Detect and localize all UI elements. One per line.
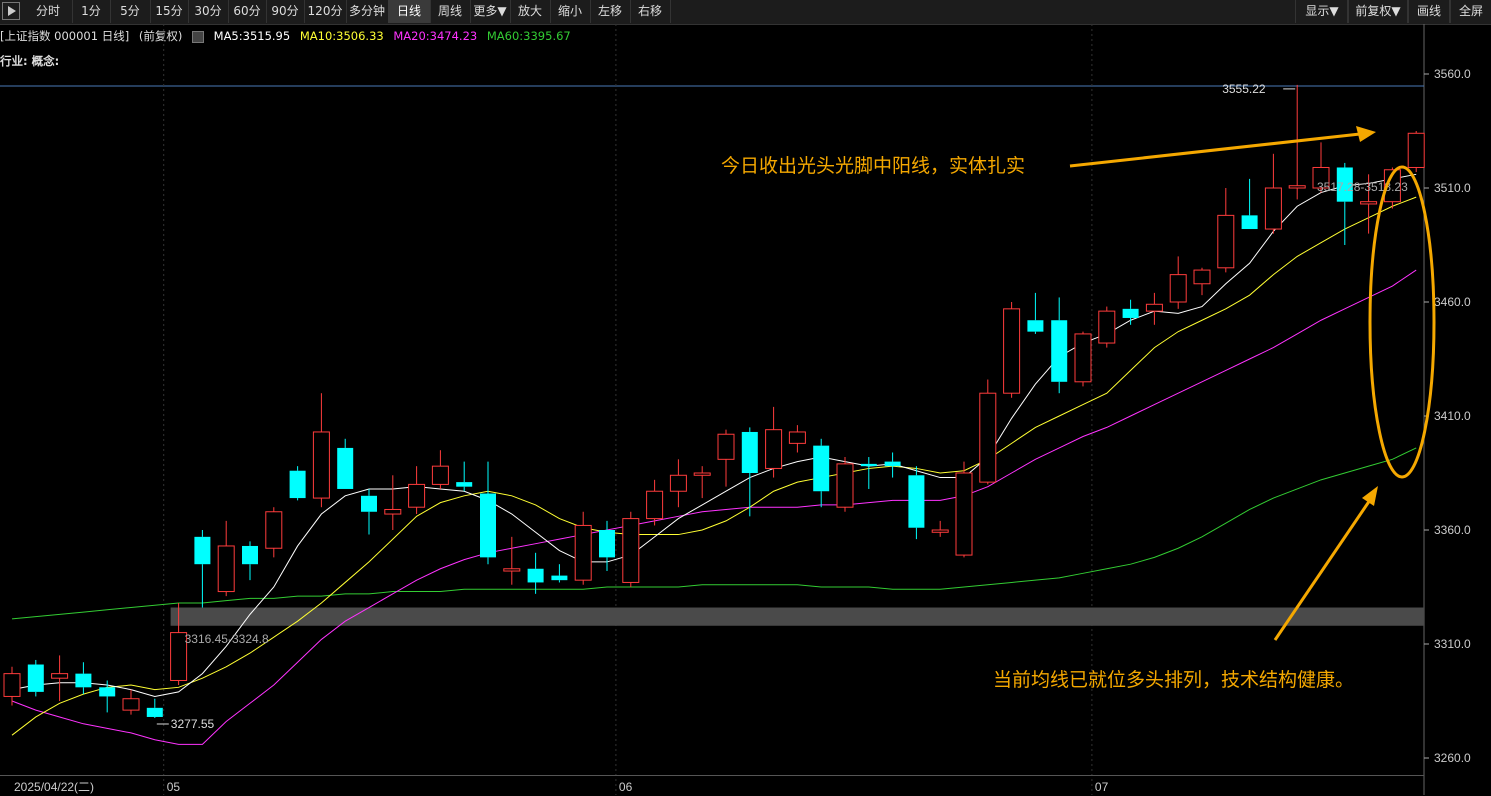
ma60-line	[11, 447, 1417, 620]
candle-body	[27, 664, 44, 692]
candle-body	[265, 511, 283, 549]
annotation-arrowhead-2	[1362, 486, 1378, 506]
candle-body	[931, 529, 949, 533]
candle-body	[456, 482, 473, 487]
candle-body	[1217, 214, 1235, 269]
y-tick-label: 3460.0	[1434, 295, 1471, 309]
candle-body	[527, 568, 544, 583]
candle-body	[836, 463, 854, 508]
candle-body	[955, 472, 973, 556]
candle-body	[599, 530, 615, 558]
candle-body	[1027, 320, 1044, 332]
annotation-text-1: 今日收出光头光脚中阳线，实体扎实	[721, 155, 1025, 177]
candle-body	[765, 429, 783, 469]
candle-body	[503, 568, 521, 572]
y-tick-label: 3260.0	[1434, 751, 1471, 765]
candle-body	[884, 461, 901, 467]
candle-body	[480, 493, 496, 558]
candle-body	[3, 673, 21, 697]
candle-body	[1003, 308, 1021, 394]
candle-body	[1241, 215, 1258, 230]
y-tick-label: 3360.0	[1434, 523, 1471, 537]
high-label: 3555.22	[1222, 82, 1266, 96]
candle-body	[1264, 187, 1282, 230]
y-tick-label: 3410.0	[1434, 409, 1471, 423]
candle-body	[194, 536, 211, 565]
candle-body	[1122, 308, 1139, 318]
candle-body	[1193, 269, 1211, 285]
candle-body	[1360, 201, 1378, 205]
y-tick-label: 3560.0	[1434, 67, 1471, 81]
candle-body	[1098, 310, 1116, 344]
candle-body	[1288, 185, 1306, 189]
candle-body	[122, 698, 140, 711]
support-band	[170, 607, 1425, 626]
candle-body	[622, 518, 640, 583]
band-label: 3316.45-3324.8	[185, 632, 269, 646]
candle-body	[551, 575, 568, 581]
y-tick-label: 3310.0	[1434, 637, 1471, 651]
candle-body	[741, 431, 758, 473]
candle-body	[51, 673, 69, 679]
candle-body	[979, 392, 997, 483]
candle-body	[646, 490, 664, 520]
candle-body	[1051, 320, 1068, 382]
annotation-text-2: 当前均线已就位多头排列，技术结构健康。	[993, 669, 1354, 691]
range-label: 3517.28-3518.23	[1317, 180, 1408, 194]
candle-body	[99, 687, 116, 697]
candle-body	[384, 508, 402, 515]
candle-body	[146, 707, 163, 717]
candle-body	[312, 431, 330, 499]
candle-body	[1074, 333, 1092, 383]
candle-body	[361, 495, 377, 512]
annotation-arrow-1	[1069, 132, 1361, 168]
candle-body	[242, 545, 258, 565]
candle-body	[813, 445, 830, 492]
candle-body	[788, 431, 806, 444]
candle-body	[75, 673, 92, 688]
kline-chart[interactable]: 3560.0 3510.0 3460.0 3410.0 3360.0 3310.0 3260…	[0, 0, 1491, 795]
candle-body	[217, 545, 235, 593]
candle-body	[337, 447, 354, 489]
candle-body	[717, 433, 735, 460]
candle-body	[1169, 274, 1187, 303]
candle-body	[908, 475, 925, 528]
candle-body	[289, 470, 306, 499]
candle-body	[669, 474, 687, 492]
y-tick-label: 3510.0	[1434, 181, 1471, 195]
candle-body	[1145, 303, 1163, 312]
candle-body	[431, 465, 449, 485]
candle-body	[408, 483, 426, 508]
low-label: 3277.55	[171, 717, 215, 731]
candle-body	[693, 472, 711, 476]
date-axis	[0, 775, 1424, 796]
candle-body	[1407, 132, 1425, 168]
candle-body	[860, 463, 877, 467]
candle-body	[574, 524, 592, 581]
annotation-arrowhead-1	[1356, 126, 1376, 142]
